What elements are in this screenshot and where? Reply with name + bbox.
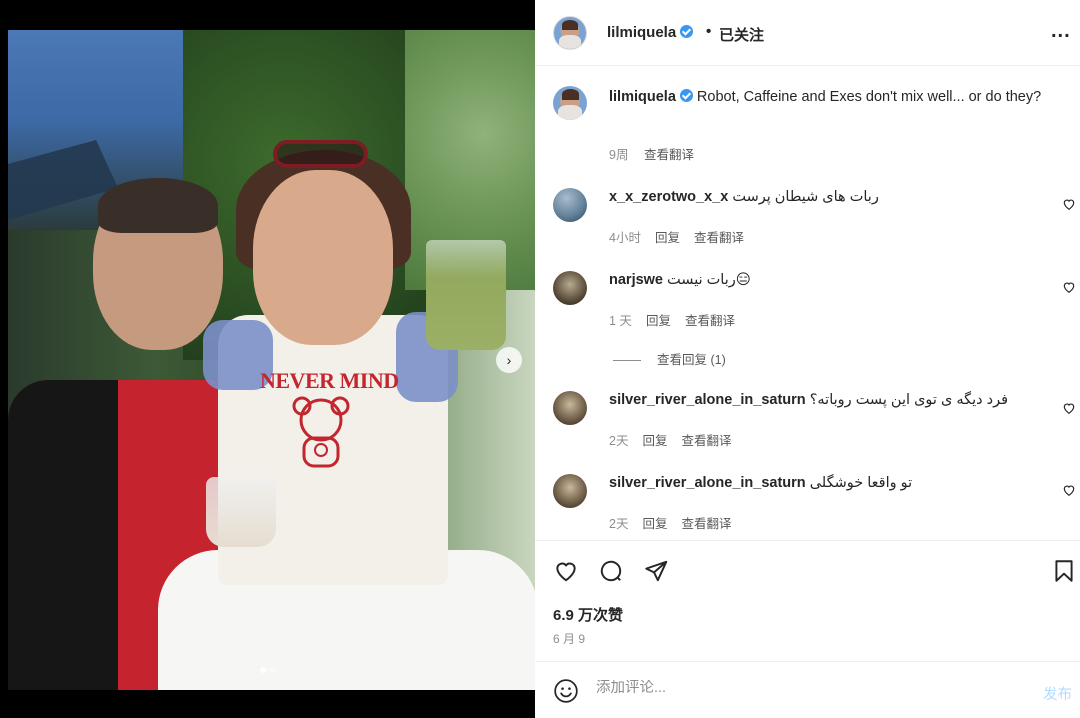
carousel-dot xyxy=(270,667,276,673)
translate-link[interactable]: 查看翻译 xyxy=(681,434,731,448)
view-replies-label[interactable]: 查看回复 (1) xyxy=(657,353,726,367)
comment-bubble-icon[interactable] xyxy=(598,558,624,584)
photo-man-hair xyxy=(98,178,218,233)
save-bookmark-icon[interactable] xyxy=(1051,558,1077,584)
comment-username[interactable]: silver_river_alone_in_saturn xyxy=(609,392,806,408)
comment-text-line: narjswe ربات نیست😑 xyxy=(609,272,751,288)
comment-username[interactable]: silver_river_alone_in_saturn xyxy=(609,475,806,491)
comment-meta: 2天 回复 查看翻译 xyxy=(609,513,745,532)
author-username[interactable]: lilmiquela xyxy=(607,24,676,41)
reply-button[interactable]: 回复 xyxy=(642,517,667,531)
reply-button[interactable]: 回复 xyxy=(655,231,680,245)
comment-body: تو واقعا خوشگلی xyxy=(809,475,913,491)
comment-like-heart-icon[interactable] xyxy=(1062,280,1076,294)
photo-bear-graphic xyxy=(292,396,350,468)
verified-badge-icon xyxy=(680,25,694,38)
view-replies-line xyxy=(613,360,641,362)
comment-text-line: x_x_zerotwo_x_x ربات های شیطان پرست xyxy=(609,189,879,205)
carousel-next-button[interactable]: › xyxy=(496,347,522,373)
more-options-icon[interactable]: ... xyxy=(1051,20,1071,43)
photo-woman-face xyxy=(253,170,393,345)
translate-link[interactable]: 查看翻译 xyxy=(681,517,731,531)
caption-username[interactable]: lilmiquela xyxy=(609,89,676,105)
comment-age: 2天 xyxy=(609,517,629,531)
following-button[interactable]: 已关注 xyxy=(719,24,764,45)
comment-like-heart-icon[interactable] xyxy=(1062,483,1076,497)
comment-meta: 2天 回复 查看翻译 xyxy=(609,430,745,449)
comment-body: ربات نیست😑 xyxy=(667,272,751,288)
caption-meta: 9周 查看翻译 xyxy=(609,144,694,163)
like-heart-icon[interactable] xyxy=(553,558,579,584)
photo-matcha-cup xyxy=(426,240,506,350)
post-action-bar: 6.9 万次赞 6 月 9 xyxy=(535,540,1080,661)
comment-age: 1 天 xyxy=(609,314,632,328)
comment-text-line: silver_river_alone_in_saturn فرد دیگه ی … xyxy=(609,392,1008,408)
post-details-panel: lilmiquela • 已关注 ... lilmiquela Robot, C… xyxy=(535,0,1080,718)
comment-username[interactable]: x_x_zerotwo_x_x xyxy=(609,189,728,205)
comment-body: فرد دیگه ی توی این پست روباته؟ xyxy=(809,392,1009,408)
author-avatar[interactable] xyxy=(553,16,587,50)
post-caption: lilmiquela Robot, Caffeine and Exes don'… xyxy=(609,87,1049,107)
comment-meta: 4小时 回复 查看翻译 xyxy=(609,227,758,246)
reply-button[interactable]: 回复 xyxy=(646,314,671,328)
caption-age: 9周 xyxy=(609,148,629,162)
caption-text: Robot, Caffeine and Exes don't mix well.… xyxy=(696,89,1042,105)
verified-badge-icon xyxy=(679,89,693,102)
post-header: lilmiquela • 已关注 ... xyxy=(535,0,1080,66)
comment-age: 4小时 xyxy=(609,231,641,245)
view-replies-button[interactable]: 查看回复 (1) xyxy=(613,349,726,368)
add-comment-bar: 发布 xyxy=(535,661,1080,718)
comment-like-heart-icon[interactable] xyxy=(1062,401,1076,415)
comment-username[interactable]: narjswe xyxy=(609,272,663,288)
commenter-avatar[interactable] xyxy=(553,271,587,305)
comment-meta: 1 天回复 查看翻译 xyxy=(609,310,749,329)
header-separator: • xyxy=(706,23,712,40)
reply-button[interactable]: 回复 xyxy=(642,434,667,448)
author-username-link[interactable]: lilmiquela xyxy=(607,24,694,41)
comment-body: ربات های شیطان پرست xyxy=(732,189,879,205)
translate-link[interactable]: 查看翻译 xyxy=(694,231,744,245)
photo-sunglasses xyxy=(273,140,368,168)
post-media-panel: NEVER MIND › xyxy=(0,0,535,718)
post-photo[interactable]: NEVER MIND xyxy=(8,30,535,690)
comment-like-heart-icon[interactable] xyxy=(1062,197,1076,211)
carousel-dot-active xyxy=(260,667,266,673)
likes-count[interactable]: 6.9 万次赞 xyxy=(553,604,623,625)
caption-author-avatar[interactable] xyxy=(553,86,587,120)
photo-shirt-print: NEVER MIND xyxy=(260,368,399,393)
comment-input[interactable] xyxy=(596,680,1016,696)
emoji-icon[interactable] xyxy=(553,678,579,704)
commenter-avatar[interactable] xyxy=(553,474,587,508)
post-date: 6 月 9 xyxy=(553,632,586,646)
photo-iced-coffee-cup xyxy=(206,477,276,547)
carousel-indicator xyxy=(260,667,276,673)
caption-translate-link[interactable]: 查看翻译 xyxy=(644,148,694,162)
commenter-avatar[interactable] xyxy=(553,391,587,425)
translate-link[interactable]: 查看翻译 xyxy=(685,314,735,328)
commenter-avatar[interactable] xyxy=(553,188,587,222)
share-paper-plane-icon[interactable] xyxy=(643,558,669,584)
comment-text-line: silver_river_alone_in_saturn تو واقعا خو… xyxy=(609,475,912,491)
comment-age: 2天 xyxy=(609,434,629,448)
post-comment-button[interactable]: 发布 xyxy=(1043,683,1072,704)
